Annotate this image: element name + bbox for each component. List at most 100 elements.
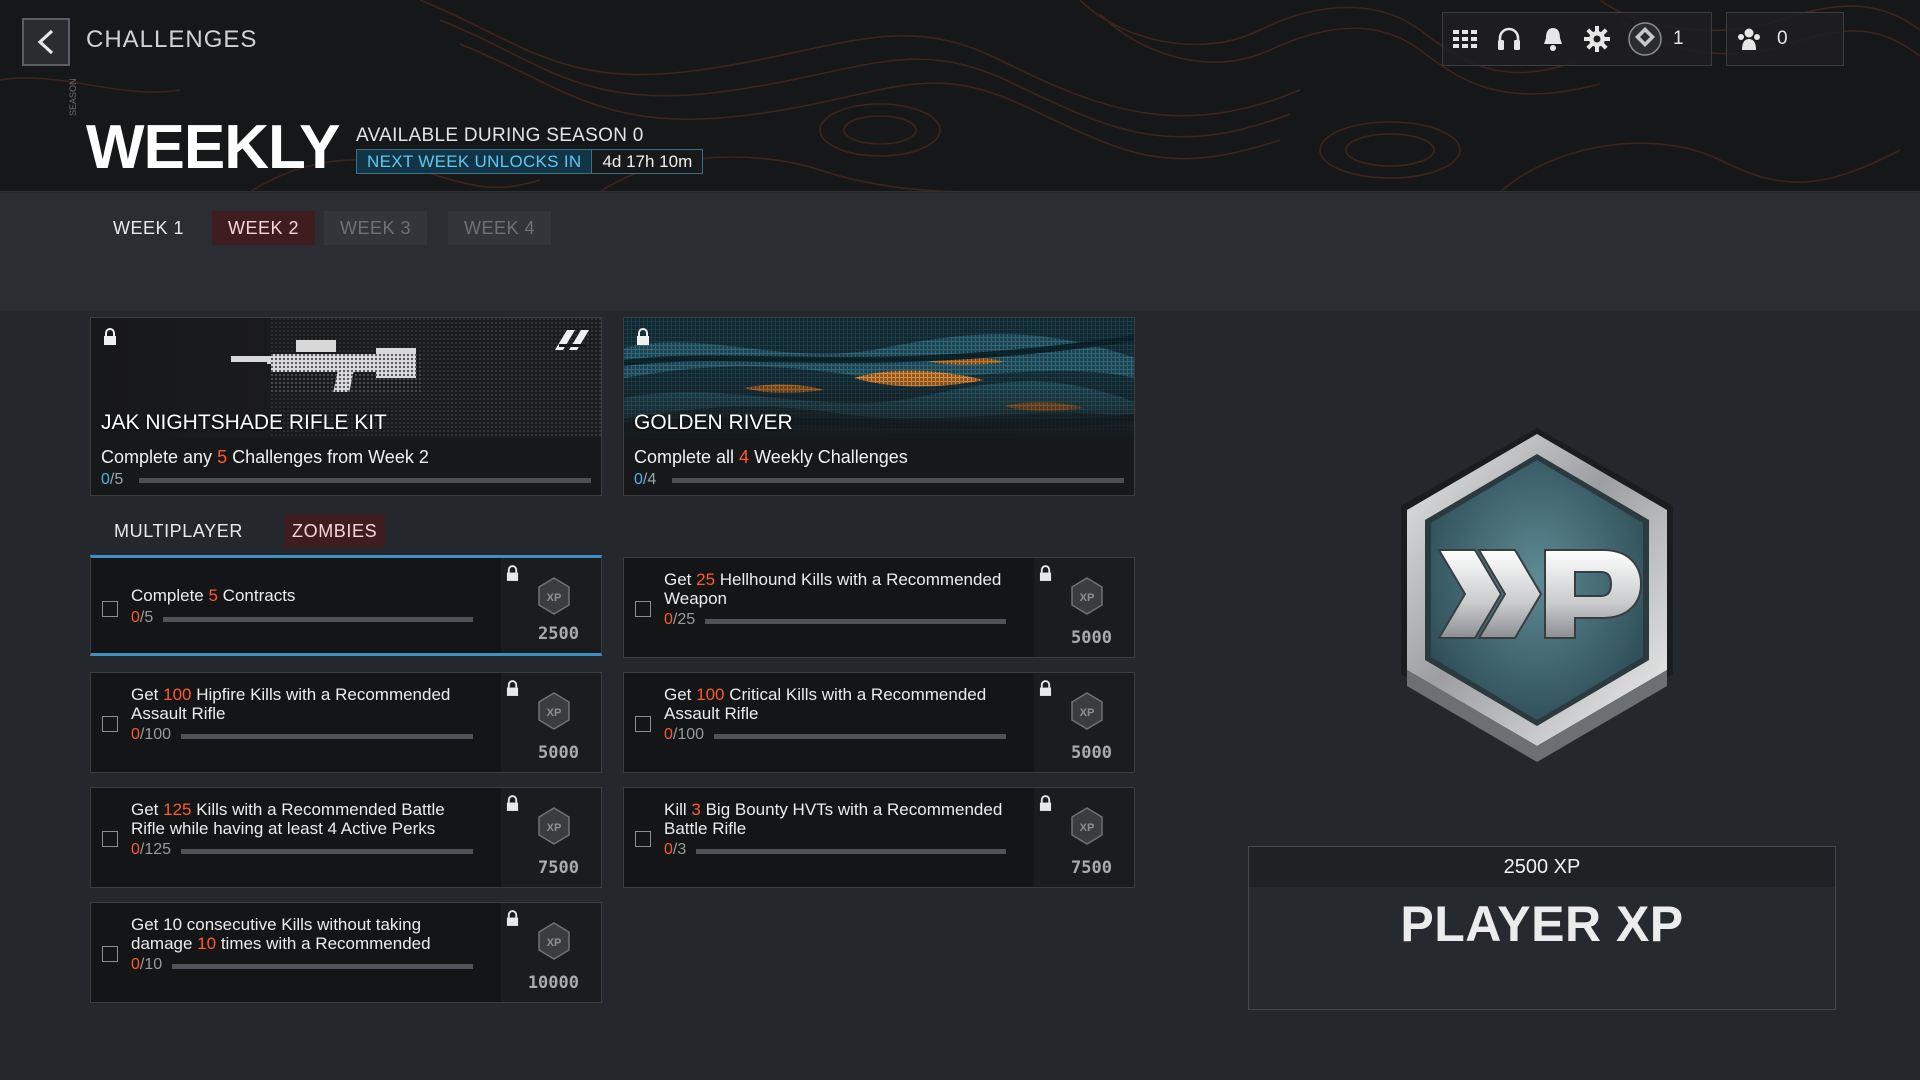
challenge-xp-reward: 7500: [538, 858, 579, 878]
challenge-description: Get 125 Kills with a Recommended Battle …: [131, 800, 445, 838]
challenge-progress-bar: [172, 964, 473, 969]
challenge-xp-reward: 10000: [527, 973, 579, 993]
challenge-card[interactable]: Complete 5 Contracts 0/5 XP 2500: [90, 555, 602, 656]
challenge-checkbox[interactable]: [635, 831, 651, 847]
challenge-xp-reward: 7500: [1071, 858, 1112, 878]
party-count: 0: [1777, 28, 1788, 49]
breadcrumb: CHALLENGES: [86, 26, 258, 53]
reward-card-rifle-kit[interactable]: JAK NIGHTSHADE RIFLE KIT Complete any 5 …: [90, 317, 602, 496]
challenge-description: Complete 5 Contracts: [131, 586, 296, 605]
challenge-xp-reward: 5000: [1071, 743, 1112, 763]
reward-title: PLAYER XP: [1400, 896, 1684, 952]
lock-icon: [506, 680, 519, 702]
reward-info-panel: 2500 XP PLAYER XP: [1248, 846, 1836, 1010]
svg-text:XP: XP: [1080, 822, 1095, 834]
challenge-progress-bar: [163, 617, 473, 622]
challenge-checkbox[interactable]: [102, 716, 118, 732]
challenge-xp-reward: 5000: [538, 743, 579, 763]
xp-token-icon: XP: [537, 806, 571, 851]
challenge-card[interactable]: Get 100 Hipfire Kills with a Recommended…: [90, 672, 602, 773]
tab-week-1[interactable]: WEEK 1: [97, 211, 200, 245]
page-title: WEEKLY: [86, 113, 341, 182]
challenge-progress: 0/5: [131, 609, 154, 626]
tab-week-3[interactable]: WEEK 3: [324, 211, 428, 245]
lock-icon: [506, 795, 519, 817]
week-tab-bar: WEEK 1 WEEK 2 WEEK 3 WEEK 4: [0, 193, 1920, 311]
challenge-checkbox[interactable]: [102, 601, 118, 617]
xp-badge-icon: [1401, 428, 1673, 762]
unlock-label: NEXT WEEK UNLOCKS IN: [357, 150, 592, 173]
challenge-progress: 0/10: [131, 956, 163, 973]
challenge-xp-reward: 5000: [1071, 628, 1112, 648]
top-right-toolbar: 1: [1442, 12, 1712, 66]
svg-text:XP: XP: [1080, 707, 1095, 719]
challenge-card[interactable]: Get 125 Kills with a Recommended Battle …: [90, 787, 602, 888]
apps-grid-icon[interactable]: [1443, 17, 1487, 61]
challenge-progress-bar: [696, 849, 1006, 854]
xp-token-icon: XP: [1070, 806, 1104, 851]
reward-description: Complete all 4 Weekly Challenges: [634, 447, 908, 467]
challenge-checkbox[interactable]: [102, 946, 118, 962]
header: CHALLENGES SEASON WEEKLY AVAILABLE DURIN…: [0, 0, 1920, 192]
chevron-left-icon: [37, 29, 54, 55]
svg-text:XP: XP: [547, 937, 562, 949]
rank-count: 1: [1673, 28, 1684, 49]
reward-name: GOLDEN RIVER: [634, 411, 793, 434]
challenge-card[interactable]: Get 10 consecutive Kills without taking …: [90, 902, 602, 1003]
reward-progress-bar: [672, 478, 1124, 483]
brand-logo-icon: [555, 330, 589, 350]
challenge-progress: 0/125: [131, 841, 172, 858]
availability-text: AVAILABLE DURING SEASON 0: [356, 125, 644, 146]
challenge-description: Kill 3 Big Bounty HVTs with a Recommende…: [664, 800, 1003, 838]
lock-icon: [104, 328, 116, 345]
challenge-progress-bar: [714, 734, 1006, 739]
reward-progress-bar: [139, 478, 591, 483]
tab-zombies[interactable]: ZOMBIES: [284, 514, 386, 548]
headset-icon[interactable]: [1487, 17, 1531, 61]
challenge-progress: 0/100: [131, 726, 172, 743]
lock-icon: [1039, 565, 1052, 587]
challenge-description: Get 25 Hellhound Kills with a Recommende…: [664, 570, 1002, 608]
tab-week-4[interactable]: WEEK 4: [448, 211, 552, 245]
challenge-checkbox[interactable]: [102, 831, 118, 847]
lock-icon: [1039, 680, 1052, 702]
challenge-checkbox[interactable]: [635, 716, 651, 732]
challenge-card[interactable]: Kill 3 Big Bounty HVTs with a Recommende…: [623, 787, 1135, 888]
lock-icon: [506, 910, 519, 932]
reward-progress: 0/4: [634, 471, 657, 488]
back-button[interactable]: [22, 18, 70, 66]
unlock-time: 4d 17h 10m: [591, 150, 703, 173]
svg-text:XP: XP: [1080, 592, 1095, 604]
challenge-progress: 0/100: [664, 726, 705, 743]
bell-icon[interactable]: [1531, 17, 1575, 61]
reward-description: Complete any 5 Challenges from Week 2: [101, 447, 429, 467]
party-icon[interactable]: [1727, 17, 1771, 61]
lock-icon: [506, 565, 519, 587]
gear-icon[interactable]: [1575, 17, 1619, 61]
challenge-description: Get 10 consecutive Kills without taking …: [131, 915, 431, 953]
xp-token-icon: XP: [1070, 576, 1104, 621]
tab-week-2[interactable]: WEEK 2: [212, 211, 316, 245]
challenge-progress-bar: [705, 619, 1006, 624]
xp-token-icon: XP: [537, 921, 571, 966]
challenge-progress: 0/3: [664, 841, 687, 858]
lock-icon: [1039, 795, 1052, 817]
challenge-progress-bar: [181, 734, 473, 739]
challenge-checkbox[interactable]: [635, 601, 651, 617]
challenge-card[interactable]: Get 25 Hellhound Kills with a Recommende…: [623, 557, 1135, 658]
party-group[interactable]: 0: [1726, 12, 1844, 66]
tab-multiplayer[interactable]: MULTIPLAYER: [106, 514, 251, 548]
xp-token-icon: XP: [537, 576, 571, 621]
svg-text:XP: XP: [547, 822, 562, 834]
side-tag: SEASON: [68, 78, 78, 116]
reward-amount: 2500 XP: [1249, 847, 1835, 887]
challenge-progress: 0/25: [664, 611, 696, 628]
challenge-description: Get 100 Critical Kills with a Recommende…: [664, 685, 987, 723]
svg-text:XP: XP: [547, 707, 562, 719]
xp-token-icon: XP: [1070, 691, 1104, 736]
xp-token-icon: XP: [537, 691, 571, 736]
reward-card-golden-river[interactable]: GOLDEN RIVER Complete all 4 Weekly Chall…: [623, 317, 1135, 496]
lock-icon: [637, 328, 649, 345]
rank-emblem-icon[interactable]: [1623, 17, 1667, 61]
challenge-card[interactable]: Get 100 Critical Kills with a Recommende…: [623, 672, 1135, 773]
